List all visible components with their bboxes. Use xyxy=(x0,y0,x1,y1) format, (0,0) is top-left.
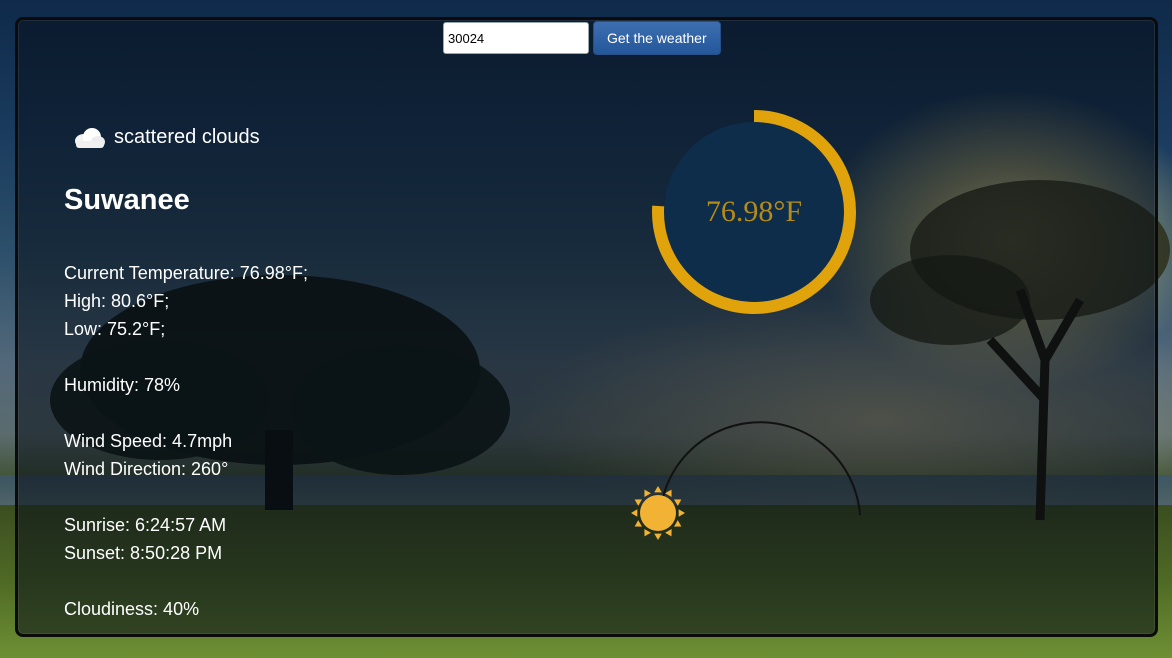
weather-condition: scattered clouds xyxy=(72,126,260,149)
sun-ray xyxy=(644,529,651,537)
sun-ray xyxy=(678,509,685,517)
temperature-gauge: 76.98°F xyxy=(650,108,858,316)
sun-ray xyxy=(665,529,672,537)
sun-arc-line xyxy=(658,421,861,531)
sunrise-time: Sunrise: 6:24:57 AM xyxy=(64,515,227,535)
gauge-temperature-label: 76.98°F xyxy=(705,195,803,228)
sun-ray xyxy=(654,486,662,493)
sun-disc xyxy=(640,495,676,531)
sun-ray xyxy=(644,489,651,497)
sun-path xyxy=(631,421,861,540)
condition-label: scattered clouds xyxy=(114,126,260,148)
sun-ray xyxy=(634,499,642,506)
sun-ray xyxy=(634,520,642,527)
current-temperature: Current Temperature: 76.98°F; xyxy=(64,263,308,283)
cloud-icon xyxy=(75,127,105,148)
zip-code-input[interactable] xyxy=(443,22,589,54)
get-weather-button[interactable]: Get the weather xyxy=(593,21,721,55)
humidity: Humidity: 78% xyxy=(64,375,181,395)
sun-ray xyxy=(631,509,638,517)
sunset-time: Sunset: 8:50:28 PM xyxy=(64,543,223,563)
wind-direction: Wind Direction: 260° xyxy=(64,459,229,479)
sun-ray xyxy=(674,499,682,506)
sun-ray xyxy=(665,489,672,497)
search-bar: Get the weather xyxy=(443,21,721,55)
high-temperature: High: 80.6°F; xyxy=(64,291,170,311)
weather-details: Current Temperature: 76.98°F; High: 80.6… xyxy=(64,259,308,623)
wind-speed: Wind Speed: 4.7mph xyxy=(64,431,233,451)
sun-ray xyxy=(674,520,682,527)
sun-icon xyxy=(631,486,685,540)
cloudiness: Cloudiness: 40% xyxy=(64,599,200,619)
city-name: Suwanee xyxy=(64,184,190,216)
low-temperature: Low: 75.2°F; xyxy=(64,319,166,339)
sun-ray xyxy=(654,533,662,540)
